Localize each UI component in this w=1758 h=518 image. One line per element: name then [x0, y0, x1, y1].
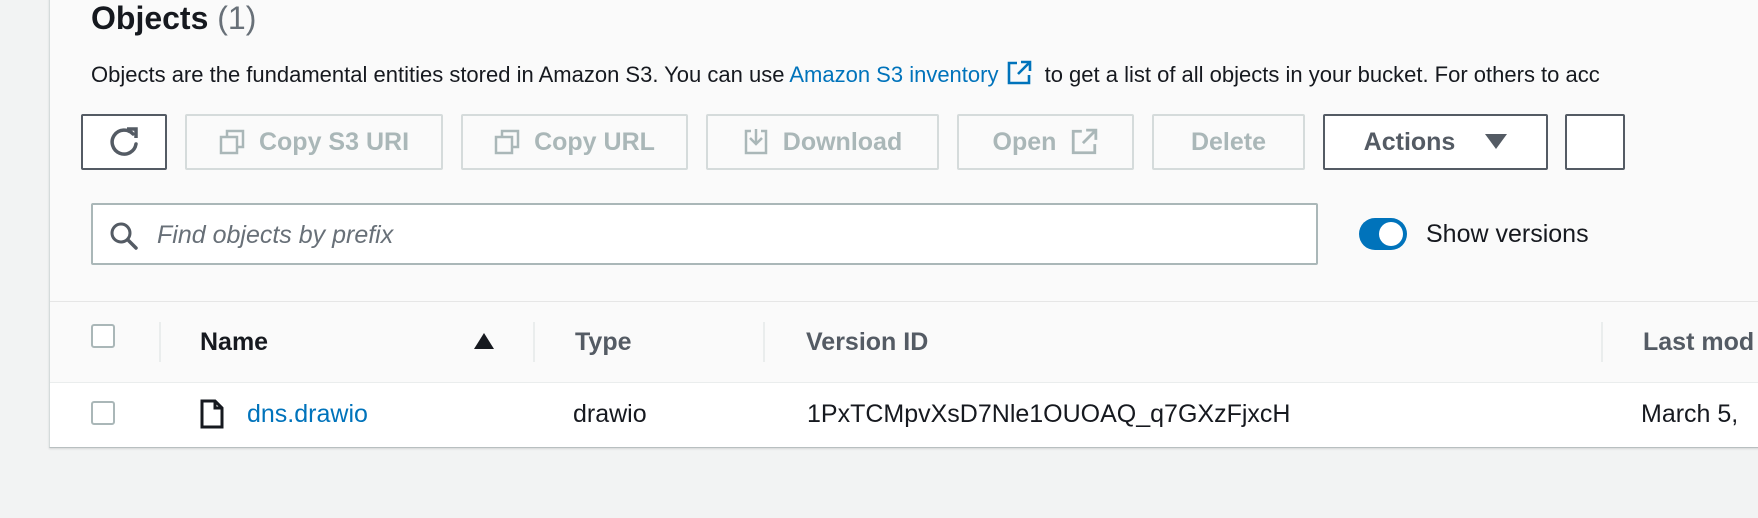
objects-description: Objects are the fundamental entities sto… [91, 60, 1600, 92]
row-checkbox[interactable] [91, 401, 115, 425]
objects-panel: Objects (1) Objects are the fundamental … [49, 0, 1758, 448]
objects-header: Objects (1) Objects are the fundamental … [50, 0, 1758, 302]
actions-label: Actions [1363, 127, 1456, 156]
object-last-modified: March 5, [1641, 399, 1739, 428]
column-separator [533, 322, 535, 362]
create-folder-button-partial[interactable] [1565, 114, 1625, 170]
column-header-version-id[interactable]: Version ID [806, 302, 928, 382]
refresh-button[interactable] [81, 114, 167, 170]
table-row: dns.drawio drawio 1PxTCMpvXsD7Nle1OUOAQ_… [50, 383, 1758, 445]
external-link-icon[interactable] [1006, 60, 1032, 92]
delete-label: Delete [1190, 127, 1267, 156]
objects-title: Objects (1) [91, 0, 256, 37]
description-text-continued: to get a list of all objects in your buc… [1044, 62, 1600, 87]
table-header: Name Type Version ID Last mod [50, 302, 1758, 383]
show-versions-toggle[interactable] [1359, 218, 1407, 250]
actions-dropdown-button[interactable]: Actions [1323, 114, 1548, 170]
show-versions-label: Show versions [1426, 220, 1589, 248]
copy-icon [494, 129, 520, 155]
caret-down-icon [1485, 134, 1508, 150]
search-box [91, 203, 1318, 265]
object-type: drawio [573, 399, 647, 428]
column-header-name[interactable]: Name [200, 302, 268, 382]
download-label: Download [782, 127, 903, 156]
search-icon [109, 221, 139, 256]
sort-ascending-icon[interactable] [474, 333, 494, 354]
description-text: Objects are the fundamental entities sto… [91, 62, 785, 87]
download-icon [743, 128, 769, 156]
open-label: Open [992, 127, 1057, 156]
column-separator [1601, 322, 1603, 362]
column-separator [159, 322, 161, 362]
open-button[interactable]: Open [957, 114, 1134, 170]
download-button[interactable]: Download [706, 114, 939, 170]
copy-url-label: Copy URL [534, 127, 655, 156]
column-header-last-modified[interactable]: Last mod [1643, 302, 1754, 382]
copy-url-button[interactable]: Copy URL [461, 114, 688, 170]
s3-inventory-link[interactable]: Amazon S3 inventory [789, 62, 998, 87]
column-separator [763, 322, 765, 362]
copy-s3-uri-button[interactable]: Copy S3 URI [185, 114, 443, 170]
file-icon [200, 383, 224, 445]
copy-icon [219, 129, 245, 155]
external-link-icon [1070, 128, 1098, 156]
column-header-type[interactable]: Type [575, 302, 632, 382]
toggle-knob [1379, 222, 1403, 246]
objects-count: (1) [217, 0, 257, 36]
copy-s3-uri-label: Copy S3 URI [258, 127, 410, 156]
search-input[interactable] [155, 213, 1299, 257]
select-all-checkbox[interactable] [91, 324, 115, 348]
objects-title-text: Objects [91, 0, 209, 36]
refresh-icon [107, 125, 141, 159]
delete-button[interactable]: Delete [1152, 114, 1305, 170]
object-name-link[interactable]: dns.drawio [247, 383, 368, 445]
object-version-id: 1PxTCMpvXsD7Nle1OUOAQ_q7GXzFjxcH [807, 399, 1291, 428]
